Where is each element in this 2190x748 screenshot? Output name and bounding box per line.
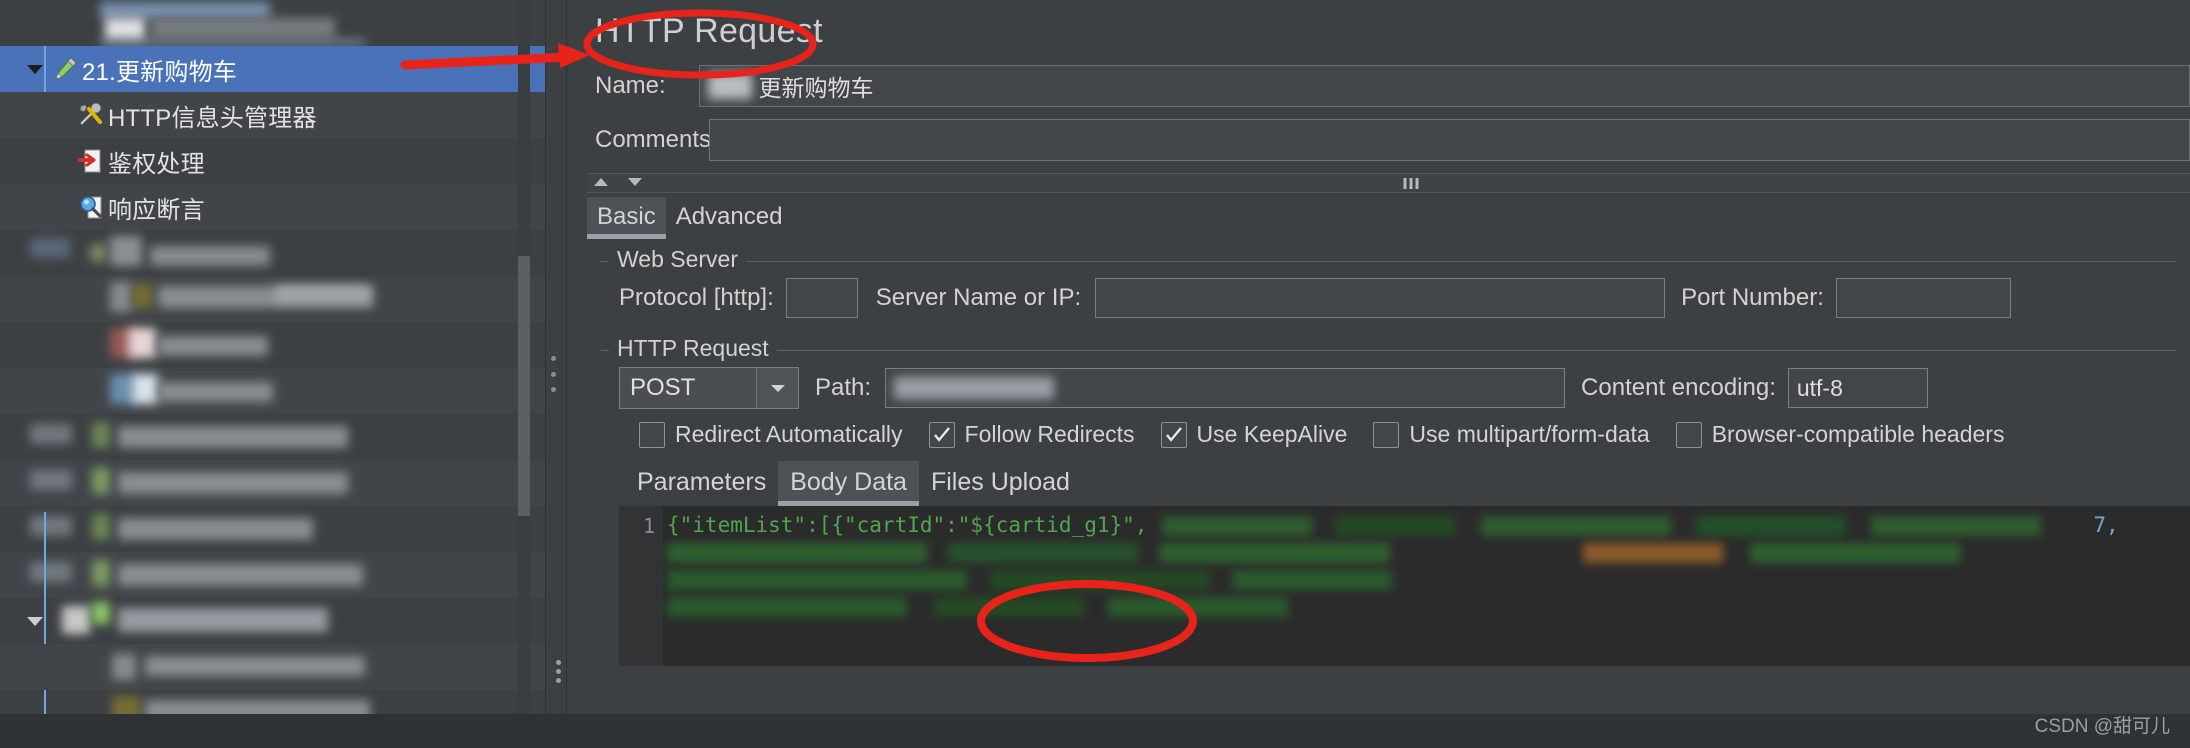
drag-handle-icon[interactable]: [1403, 177, 1419, 189]
tree-item-label: 鉴权处理: [108, 150, 205, 178]
editor-line-numbers: 1: [619, 506, 663, 666]
content-encoding-label: Content encoding:: [1581, 374, 1776, 401]
tree-row-blurred-expanded[interactable]: [0, 598, 545, 644]
tab-advanced[interactable]: Advanced: [666, 197, 793, 239]
body-data-editor[interactable]: 1 {"itemList":[{"cartId":"${cartid_g1}",…: [619, 506, 2190, 666]
checkbox-box[interactable]: [1160, 421, 1187, 448]
checkbox-label: Browser-compatible headers: [1711, 421, 2005, 447]
wrench-screwdriver-icon: [74, 92, 108, 138]
code-line-2: [667, 539, 2190, 566]
tree-row-blurred[interactable]: [0, 230, 545, 276]
checkbox-use-keepalive[interactable]: Use KeepAlive: [1160, 421, 1348, 448]
page-title: HTTP Request: [595, 12, 823, 50]
server-name-label: Server Name or IP:: [875, 284, 1082, 311]
tab-parameters[interactable]: Parameters: [625, 461, 778, 506]
tree-row-blurred[interactable]: [0, 460, 545, 506]
comments-row: Comments:: [587, 113, 2190, 167]
collapse-down-icon[interactable]: [627, 174, 643, 192]
tab-basic[interactable]: Basic: [587, 197, 666, 239]
section-collapse-strip[interactable]: [587, 173, 2190, 193]
path-label: Path:: [815, 374, 872, 401]
chevron-down-icon[interactable]: [756, 368, 798, 408]
comments-input[interactable]: [709, 119, 2190, 161]
tree-item-label: HTTP信息头管理器: [108, 104, 317, 132]
name-value: 更新购物车: [758, 75, 874, 101]
checkbox-label: Follow Redirects: [964, 421, 1135, 447]
tree-row-blurred[interactable]: [0, 506, 545, 552]
tab-files-upload[interactable]: Files Upload: [919, 461, 1082, 506]
comments-label: Comments:: [595, 126, 718, 153]
tree-scrollbar-thumb[interactable]: [518, 256, 530, 516]
panel-splitter[interactable]: [545, 0, 567, 748]
splitter-grip-icon: [551, 356, 556, 392]
http-request-config-panel: HTTP Request Name: 更新购物车 Comments: Basic…: [567, 0, 2190, 748]
body-tabbar[interactable]: Parameters Body Data Files Upload: [625, 460, 2176, 506]
checkbox-follow-redirects[interactable]: Follow Redirects: [928, 421, 1135, 448]
checkbox-label: Use multipart/form-data: [1409, 421, 1650, 447]
tree-row-blurred[interactable]: [0, 368, 545, 414]
tree-row-blurred[interactable]: [0, 414, 545, 460]
tab-body-data[interactable]: Body Data: [778, 461, 919, 506]
http-request-legend: HTTP Request: [609, 335, 777, 362]
checkbox-label: Redirect Automatically: [675, 421, 903, 447]
checkbox-use-multipart-form-data[interactable]: Use multipart/form-data: [1373, 421, 1650, 448]
tree-row-blurred[interactable]: [0, 322, 545, 368]
checkbox-redirect-automatically[interactable]: Redirect Automatically: [639, 421, 903, 448]
code-line-1: {"itemList":[{"cartId":"${cartid_g1}", 7…: [667, 512, 2190, 539]
http-method-value: POST: [630, 374, 696, 401]
tree-item-label: 21.更新购物车: [82, 58, 237, 86]
web-server-group: Web Server Protocol [http]: Server Name …: [601, 246, 2176, 332]
tree-row-blurred[interactable]: [0, 644, 545, 690]
tree-row-blurred[interactable]: [0, 0, 545, 46]
checkbox-box[interactable]: [639, 421, 665, 448]
script-arrow-icon: [74, 138, 108, 184]
watermark: CSDN @甜可儿: [2034, 716, 2170, 737]
tree-item-21-update-cart[interactable]: 21.更新购物车: [0, 46, 545, 92]
code-number-token: 7,: [2093, 513, 2119, 537]
tree-row-blurred[interactable]: [0, 552, 545, 598]
basic-advanced-tabbar[interactable]: Basic Advanced: [587, 195, 2190, 239]
bottom-strip: [0, 714, 2190, 748]
port-number-label: Port Number:: [1681, 284, 1824, 311]
checkbox-box[interactable]: [1675, 421, 1702, 448]
server-name-input[interactable]: [1095, 278, 1666, 318]
name-input[interactable]: 更新购物车: [699, 65, 2190, 107]
protocol-label: Protocol [http]:: [619, 284, 774, 311]
tree-row-blurred[interactable]: [0, 276, 545, 322]
tree-item-response-assertion[interactable]: 响应断言: [0, 184, 545, 230]
checkbox-box[interactable]: [928, 421, 955, 448]
checkbox-label: Use KeepAlive: [1196, 421, 1348, 447]
content-encoding-input[interactable]: utf-8: [1787, 368, 1928, 408]
path-input[interactable]: [885, 368, 1566, 408]
code-line-4: [667, 593, 2190, 620]
checkbox-box[interactable]: [1373, 421, 1400, 448]
tree-item-http-header-manager[interactable]: HTTP信息头管理器: [0, 92, 545, 138]
magnifier-icon: [74, 184, 108, 230]
jmeter-window: 21.更新购物车 HTTP信息头管理器 鉴权处理 响应断言 HTTP Reque…: [0, 0, 2190, 748]
name-row: Name: 更新购物车: [587, 59, 2190, 113]
web-server-legend: Web Server: [609, 246, 747, 273]
name-label: Name:: [595, 72, 666, 99]
port-number-input[interactable]: [1835, 278, 2011, 318]
tree-item-auth-handling[interactable]: 鉴权处理: [0, 138, 545, 184]
tree-item-label: 响应断言: [108, 196, 205, 224]
protocol-input[interactable]: [785, 278, 858, 318]
test-plan-tree-panel[interactable]: 21.更新购物车 HTTP信息头管理器 鉴权处理 响应断言: [0, 0, 545, 748]
http-method-select[interactable]: POST: [619, 367, 799, 409]
collapse-up-icon[interactable]: [593, 174, 609, 192]
http-options-checkbox-row: Redirect Automatically Follow Redirects …: [601, 413, 2176, 454]
editor-code-area[interactable]: {"itemList":[{"cartId":"${cartid_g1}", 7…: [663, 506, 2190, 666]
checkbox-browser-compatible-headers[interactable]: Browser-compatible headers: [1675, 421, 2005, 448]
pencil-icon: [48, 46, 82, 92]
http-request-group: HTTP Request POST Path: Content encoding…: [601, 335, 2190, 666]
code-line-1-text: {"itemList":[{"cartId":"${cartid_g1}",: [667, 513, 1148, 537]
code-line-3: [667, 566, 2190, 593]
editor-splitter-grip-icon[interactable]: [556, 660, 561, 683]
